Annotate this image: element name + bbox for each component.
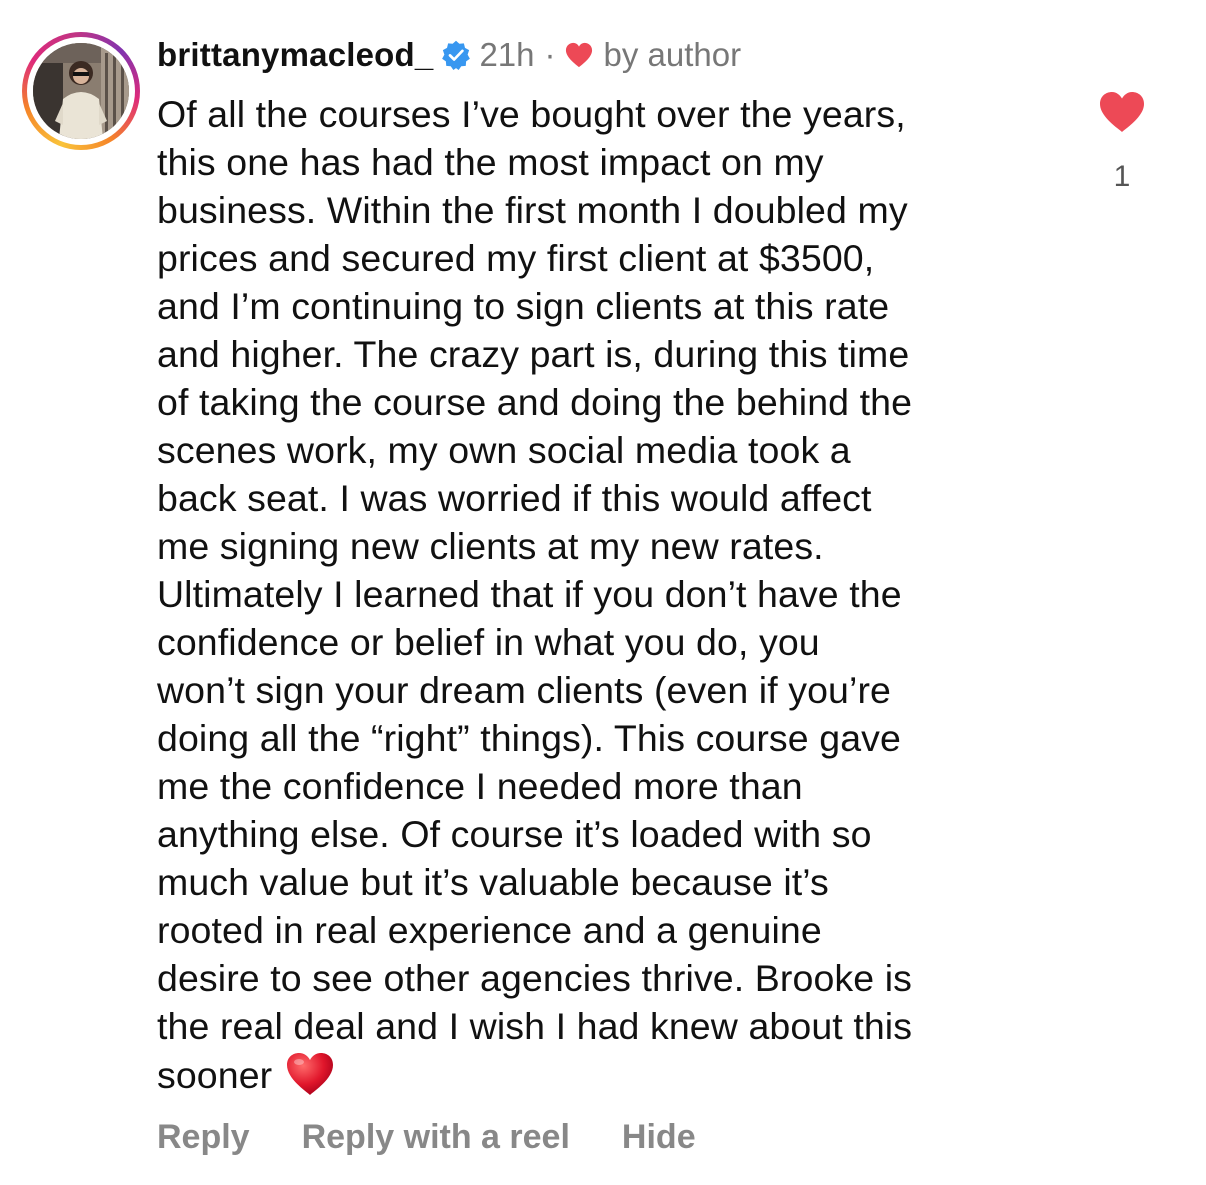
- comment-line: prices and secured my first client at $3…: [157, 237, 875, 279]
- comment-line: Ultimately I learned that if you don’t h…: [157, 573, 902, 615]
- reply-with-reel-button[interactable]: Reply with a reel: [302, 1118, 570, 1157]
- comment: brittanymacleod_ 21h · by author Of all …: [0, 0, 1206, 1185]
- red-heart-emoji: [287, 1053, 334, 1095]
- reply-button[interactable]: Reply: [157, 1118, 250, 1157]
- comment-line: desire to see other agencies thrive. Bro…: [157, 957, 913, 999]
- comment-line: much value but it’s valuable because it’…: [157, 861, 829, 903]
- comment-line: the real deal and I wish I had knew abou…: [157, 1005, 913, 1047]
- verified-badge-icon: [442, 40, 471, 70]
- comment-line: business. Within the first month I doubl…: [157, 189, 908, 231]
- comment-line: and higher. The crazy part is, during th…: [157, 333, 910, 375]
- avatar[interactable]: [33, 43, 129, 139]
- comment-header: brittanymacleod_ 21h · by author: [157, 30, 741, 80]
- meta-separator: ·: [544, 36, 556, 73]
- comment-line: this one has had the most impact on my: [157, 141, 824, 183]
- comment-text: Of all the courses I’ve bought over the …: [157, 90, 1057, 1099]
- comment-line: doing all the “right” things). This cour…: [157, 717, 901, 759]
- comment-line: and I’m continuing to sign clients at th…: [157, 285, 890, 327]
- comment-line: scenes work, my own social media took a: [157, 429, 851, 471]
- comment-line: me signing new clients at my new rates.: [157, 525, 824, 567]
- like-count[interactable]: 1: [1090, 160, 1154, 194]
- comment-line: sooner: [157, 1054, 273, 1096]
- heart-icon: [565, 42, 592, 68]
- comment-line: of taking the course and doing the behin…: [157, 381, 913, 423]
- hide-button[interactable]: Hide: [622, 1118, 696, 1157]
- liked-by-author-label: by author: [603, 36, 742, 73]
- comment-line: anything else. Of course it’s loaded wit…: [157, 813, 872, 855]
- avatar-story-ring[interactable]: [22, 32, 140, 150]
- comment-timestamp: 21h: [479, 36, 535, 73]
- comment-line: won’t sign your dream clients (even if y…: [157, 669, 891, 711]
- comment-line: me the confidence I needed more than: [157, 765, 803, 807]
- comment-line: confidence or belief in what you do, you: [157, 621, 820, 663]
- comment-line: Of all the courses I’ve bought over the …: [157, 93, 906, 135]
- username[interactable]: brittanymacleod_: [157, 36, 433, 74]
- comment-line: rooted in real experience and a genuine: [157, 909, 822, 951]
- avatar-photo: [33, 43, 129, 139]
- comment-line: back seat. I was worried if this would a…: [157, 477, 872, 519]
- comment-actions: Reply Reply with a reel Hide: [157, 1113, 696, 1161]
- heart-filled-icon[interactable]: [1098, 90, 1146, 134]
